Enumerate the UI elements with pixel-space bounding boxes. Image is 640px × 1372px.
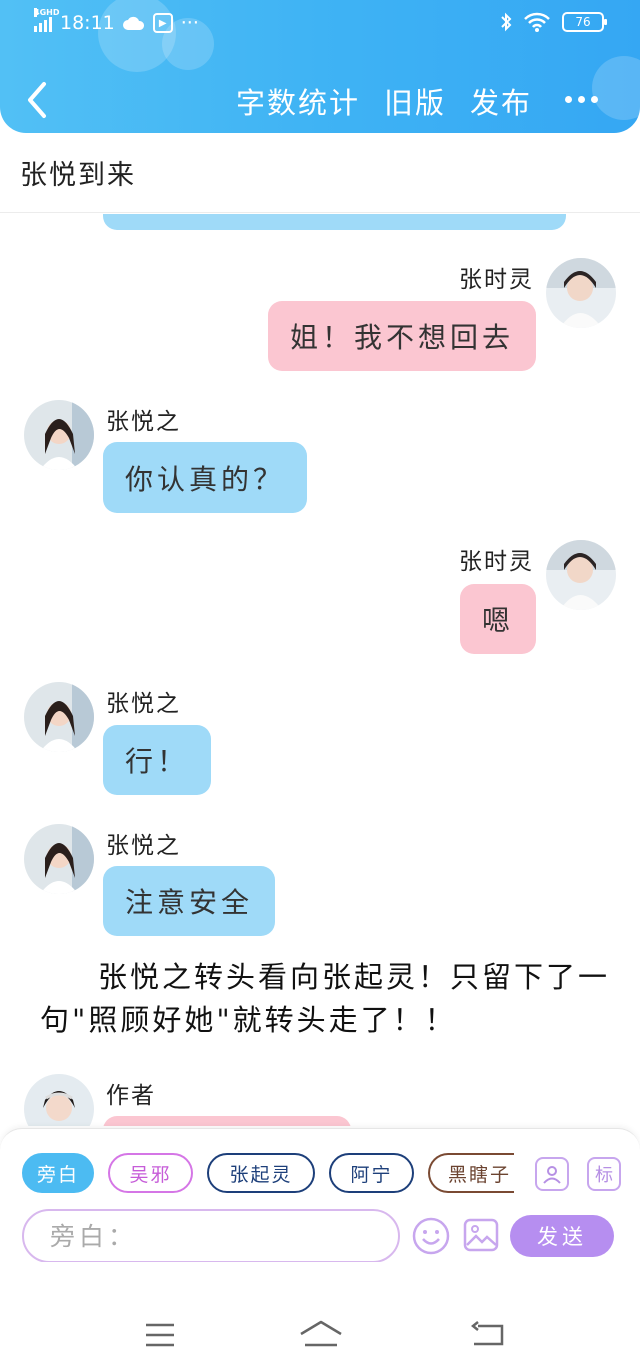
- cloud-icon: [122, 16, 144, 30]
- narration-text[interactable]: 张悦之转头看向张起灵！只留下了一句"照顾好她"就转头走了！！: [40, 956, 610, 1042]
- role-chip-narrator[interactable]: 旁白: [22, 1153, 94, 1193]
- sender-name: 张悦之: [106, 409, 181, 435]
- avatar-zhangshiling[interactable]: [546, 540, 616, 610]
- input-panel: 旁白 吴邪 张起灵 阿宁 黑瞎子 标 发送: [0, 1128, 640, 1263]
- menu-icon[interactable]: [144, 1322, 176, 1348]
- sender-name: 张时灵: [459, 267, 534, 293]
- battery-icon: 76: [562, 12, 607, 32]
- avatar-zhangshiling[interactable]: [546, 258, 616, 328]
- decor-bubble: [592, 56, 640, 120]
- old-version-button[interactable]: 旧版: [384, 80, 446, 122]
- role-selector: 旁白 吴邪 张起灵 阿宁 黑瞎子: [22, 1153, 514, 1193]
- clock: 18:11: [60, 12, 115, 34]
- message-bubble[interactable]: 行！: [103, 725, 212, 795]
- sender-name: 张悦之: [106, 691, 181, 717]
- emoji-icon[interactable]: [412, 1217, 450, 1255]
- app-header: 4GHD 18:11 ▶ ··· 76 字数统计 旧版 发布: [0, 0, 640, 133]
- message-bubble[interactable]: 姐！我不想回去: [267, 301, 536, 371]
- bluetooth-icon: [501, 12, 512, 32]
- wifi-icon: [524, 12, 550, 32]
- signal-icon: 4GHD: [34, 8, 59, 32]
- publish-button[interactable]: 发布: [470, 80, 532, 122]
- word-count-button[interactable]: 字数统计: [236, 80, 360, 122]
- status-bar: 4GHD 18:11 ▶ ··· 76: [0, 0, 640, 48]
- chat-area[interactable]: 张时灵 姐！我不想回去 张悦之 你认真的？ 张时灵 嗯 张悦之 行！ 张悦之 注…: [0, 214, 640, 1126]
- message-bubble-partial: [103, 1116, 351, 1126]
- message-bubble-partial: [103, 214, 566, 230]
- sender-name: 作者: [106, 1083, 156, 1109]
- status-more: ···: [180, 12, 199, 34]
- back-icon[interactable]: [18, 78, 58, 122]
- message-input[interactable]: [22, 1209, 400, 1263]
- header-actions: 字数统计 旧版 发布: [236, 80, 532, 122]
- avatar-zhangyuezhi[interactable]: [24, 400, 94, 470]
- image-icon[interactable]: [463, 1217, 499, 1253]
- message-bubble[interactable]: 你认真的？: [103, 442, 308, 513]
- sender-name: 张悦之: [106, 833, 181, 859]
- avatar-zhangyuezhi[interactable]: [24, 824, 94, 894]
- role-chip-heixiazi[interactable]: 黑瞎子: [428, 1153, 514, 1193]
- home-icon[interactable]: [298, 1318, 344, 1348]
- role-chip-wuxie[interactable]: 吴邪: [108, 1153, 193, 1193]
- back-nav-icon[interactable]: [470, 1320, 506, 1348]
- media-icon: ▶: [152, 13, 173, 33]
- more-options-icon[interactable]: [565, 96, 598, 103]
- message-bubble[interactable]: 嗯: [459, 584, 536, 654]
- message-bubble[interactable]: 注意安全: [103, 866, 276, 936]
- sender-name: 张时灵: [459, 549, 534, 575]
- system-nav-bar: [0, 1262, 640, 1372]
- avatar-zhangyuezhi[interactable]: [24, 682, 94, 752]
- send-button[interactable]: 发送: [510, 1215, 614, 1257]
- role-chip-zhangqiling[interactable]: 张起灵: [207, 1153, 315, 1193]
- chapter-title-bar: 张悦到来: [0, 133, 640, 213]
- chapter-title[interactable]: 张悦到来: [20, 153, 136, 192]
- role-chip-aning[interactable]: 阿宁: [329, 1153, 414, 1193]
- tag-button[interactable]: 标: [587, 1157, 621, 1191]
- avatar-author[interactable]: [24, 1074, 94, 1126]
- character-manage-icon[interactable]: [535, 1157, 569, 1191]
